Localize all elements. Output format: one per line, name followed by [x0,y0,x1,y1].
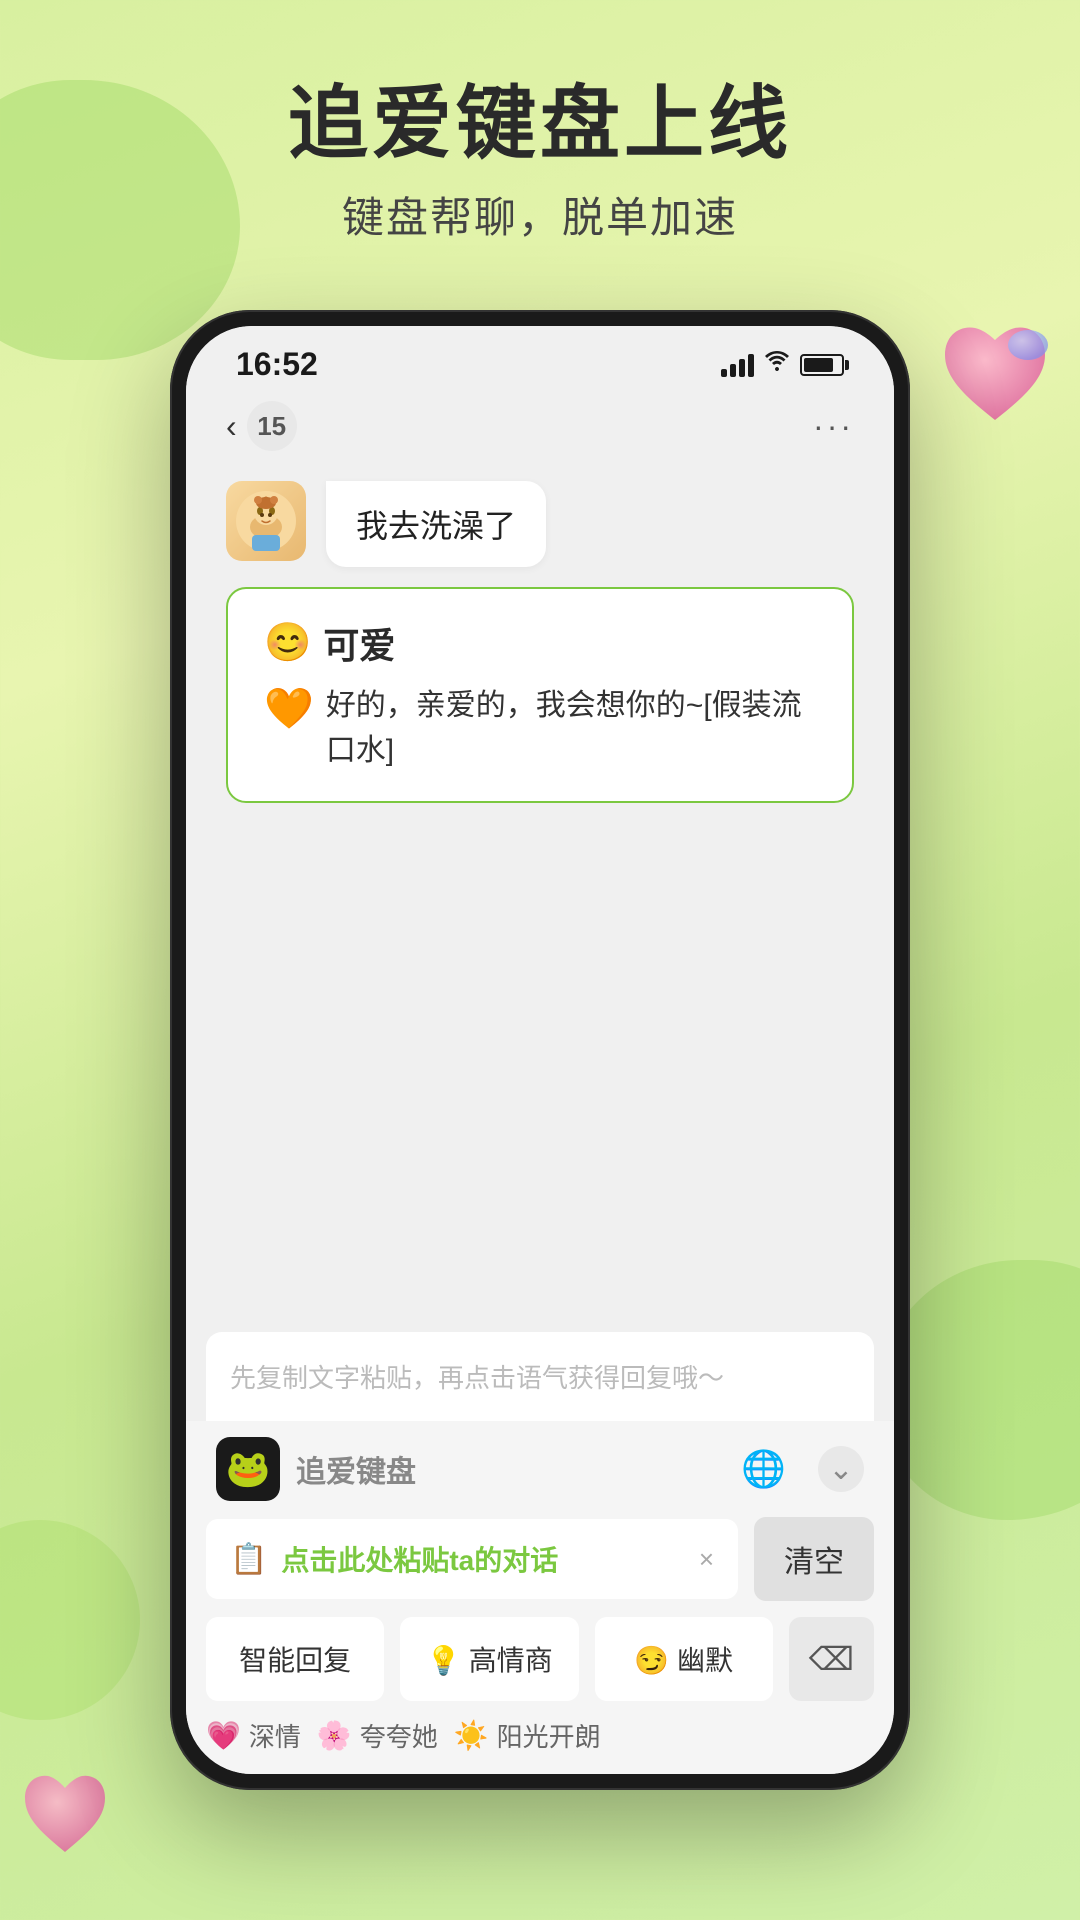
back-button[interactable]: ‹ 15 [226,401,297,451]
suggestion-header: 😊 可爱 [264,617,816,669]
phone-frame: 16:52 [170,310,910,1790]
heart-decoration-left [20,1770,120,1860]
paste-close-icon[interactable]: × [699,1544,714,1575]
high-eq-emoji: 💡 [426,1645,461,1676]
suggestion-body-text: 好的，亲爱的，我会想你的~[假装流口水] [326,683,816,773]
wifi-icon [764,350,790,379]
high-eq-label: 高情商 [469,1645,553,1676]
nav-badge: 15 [247,401,297,451]
suggestion-header-text: 可爱 [323,617,395,669]
battery-icon [800,354,844,376]
decorative-blob-bl [0,1520,140,1720]
tag3-emoji: ☀️ [454,1719,489,1752]
tag-deep-love[interactable]: 💗 深情 [206,1717,301,1754]
tag1-emoji: 💗 [206,1719,241,1752]
tag1-label: 深情 [249,1717,301,1754]
paste-icon: 📋 [230,1542,267,1577]
suggestion-body-icon: 🧡 [264,679,314,739]
tag3-label: 阳光开朗 [497,1717,601,1754]
phone-screen: 16:52 [186,326,894,1774]
tag-compliment[interactable]: 🌸 夸夸她 [317,1717,438,1754]
backspace-icon: ⌫ [809,1640,854,1678]
smart-reply-button[interactable]: 智能回复 [206,1617,384,1701]
status-time: 16:52 [236,346,318,383]
humor-emoji: 😏 [634,1645,669,1676]
keyboard-logo-emoji: 🐸 [226,1448,271,1490]
paste-row: 📋 点击此处粘贴ta的对话 × 清空 [206,1517,874,1601]
tag-sunny[interactable]: ☀️ 阳光开朗 [454,1717,601,1754]
suggestion-card[interactable]: 😊 可爱 🧡 好的，亲爱的，我会想你的~[假装流口水] [226,587,854,803]
avatar [226,481,306,561]
clear-button[interactable]: 清空 [754,1517,874,1601]
suggestion-emoji-icon: 😊 [264,621,311,665]
humor-button[interactable]: 😏 幽默 [595,1617,773,1701]
high-eq-button[interactable]: 💡 高情商 [400,1617,578,1701]
decorative-blob-br [880,1260,1080,1520]
keyboard-header: 🐸 追爱键盘 🌐 ⌄ [206,1421,874,1517]
nav-more-button[interactable]: ··· [813,408,854,445]
keyboard-chevron-icon[interactable]: ⌄ [818,1446,864,1492]
heart-decoration-right [940,320,1060,430]
keyboard-brand-name: 追爱键盘 [296,1447,725,1491]
keyboard-logo: 🐸 [216,1437,280,1501]
action-buttons-row: 智能回复 💡 高情商 😏 幽默 ⌫ [206,1617,874,1701]
status-bar: 16:52 [186,326,894,391]
tag2-label: 夸夸她 [360,1717,438,1754]
chat-message-received: 我去洗澡了 [226,481,854,567]
tags-row: 💗 深情 🌸 夸夸她 ☀️ 阳光开朗 [206,1717,874,1754]
keyboard-area: 🐸 追爱键盘 🌐 ⌄ 📋 点击此处粘贴ta的对话 × [186,1421,894,1774]
humor-label: 幽默 [677,1645,733,1676]
globe-icon[interactable]: 🌐 [741,1448,786,1490]
input-placeholder[interactable]: 先复制文字粘贴，再点击语气获得回复哦～ [230,1348,850,1405]
phone-mockup: 16:52 [170,310,910,1790]
input-bar: 先复制文字粘贴，再点击语气获得回复哦～ [206,1332,874,1421]
chat-area: 我去洗澡了 😊 可爱 🧡 好的，亲爱的，我会想你的~[假装流口水] [186,461,894,1332]
suggestion-body: 🧡 好的，亲爱的，我会想你的~[假装流口水] [264,683,816,773]
status-icons [721,350,844,379]
nav-bar: ‹ 15 ··· [186,391,894,461]
signal-icon [721,353,754,377]
received-message-bubble: 我去洗澡了 [326,481,546,567]
paste-chip[interactable]: 📋 点击此处粘贴ta的对话 × [206,1519,738,1599]
tag2-emoji: 🌸 [317,1719,352,1752]
backspace-button[interactable]: ⌫ [789,1617,874,1701]
paste-text: 点击此处粘贴ta的对话 [281,1539,684,1579]
back-chevron-icon: ‹ [226,408,237,445]
